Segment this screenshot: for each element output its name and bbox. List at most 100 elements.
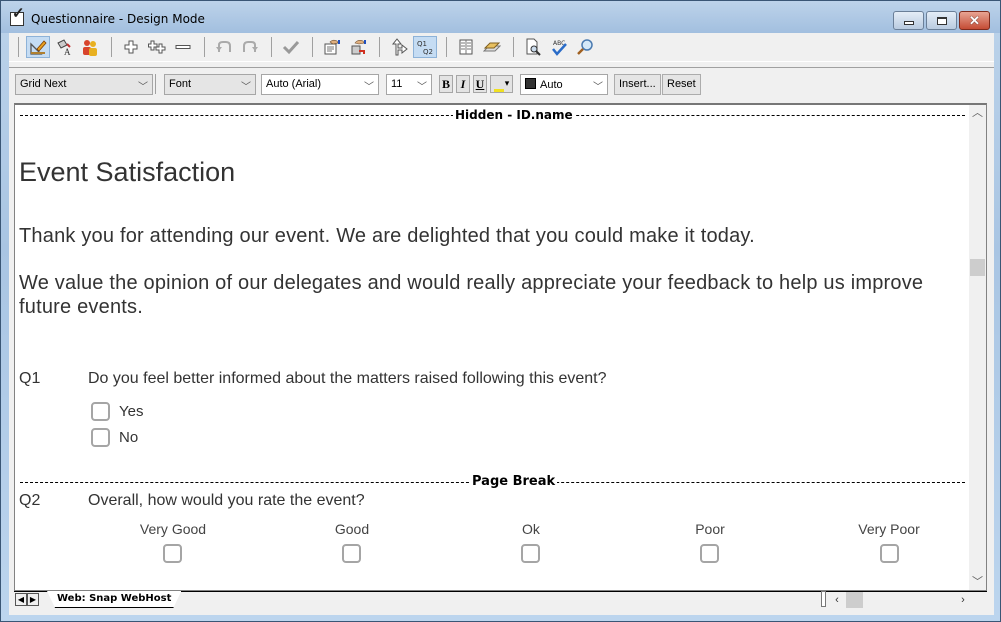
styles-button[interactable] [480, 36, 504, 58]
redo-button[interactable] [238, 36, 262, 58]
style-select[interactable]: Grid Next ﹀ [15, 74, 153, 95]
chevron-left-icon: ‹ [835, 594, 839, 606]
element-select[interactable]: Font ﹀ [164, 74, 256, 95]
design-mode-button[interactable] [26, 36, 50, 58]
chevron-right-icon: › [961, 594, 965, 606]
q1-text[interactable]: Do you feel better informed about the ma… [88, 370, 607, 388]
chevron-down-icon: ﹀ [593, 82, 603, 93]
font-size-select[interactable]: 11 ﹀ [386, 74, 432, 95]
insert-button[interactable]: Insert... [614, 74, 661, 95]
bold-button[interactable]: B [439, 75, 453, 93]
italic-button[interactable]: I [456, 75, 470, 93]
q2-text[interactable]: Overall, how would you rate the event? [88, 492, 365, 510]
minimize-icon [903, 20, 914, 25]
add-multiple-button[interactable] [145, 36, 169, 58]
routing-button[interactable] [346, 36, 370, 58]
question-numbering-icon: Q1Q2 [417, 40, 433, 56]
toolbar-separator [155, 74, 156, 94]
svg-text:Q1: Q1 [417, 40, 427, 48]
close-icon: ✕ [969, 13, 980, 28]
scroll-left-button[interactable]: ‹ [830, 592, 844, 609]
chevron-down-icon: ﹀ [364, 82, 374, 93]
horizontal-scroll-thumb[interactable] [846, 592, 863, 608]
undo-button[interactable] [212, 36, 236, 58]
scroll-up-button[interactable]: ︿ [969, 105, 986, 122]
sheet-tab-bar: ◀ ▶ Web: Snap WebHost ‹ › [14, 591, 987, 609]
sheet-tab-web-snap-webhost[interactable]: Web: Snap WebHost [47, 591, 182, 608]
check-icon [282, 40, 300, 55]
tab-next-button[interactable]: ▶ [27, 593, 39, 606]
paint-format-icon: A [57, 39, 71, 56]
vertical-scrollbar[interactable]: ︿ ﹀ [969, 105, 986, 590]
toolbar-separator [513, 37, 514, 57]
branch-icon [391, 38, 408, 56]
q2-option-checkbox[interactable] [163, 544, 182, 563]
hidden-marker-label: Hidden - ID.name [453, 108, 575, 122]
font-select[interactable]: Auto (Arial) ﹀ [261, 74, 379, 95]
main-toolbar: A Q1 Q2 ABC [9, 33, 994, 62]
remove-button[interactable] [171, 36, 195, 58]
q2-option-checkbox[interactable] [880, 544, 899, 563]
intro-text[interactable]: Thank you for attending our event. We ar… [19, 225, 755, 248]
close-button[interactable]: ✕ [959, 11, 990, 30]
toolbar-separator [204, 37, 205, 57]
q2-option-label: Very Good [139, 521, 207, 537]
questionnaire-app-icon [10, 9, 25, 26]
q2-option-label: Poor [695, 521, 725, 537]
style-select-value: Grid Next [20, 78, 67, 90]
q1-option-yes-checkbox[interactable] [91, 402, 110, 421]
q2-number: Q2 [19, 492, 41, 509]
maximize-button[interactable] [926, 11, 957, 30]
q2-option-label: Good [334, 521, 370, 537]
font-size-value: 11 [391, 78, 403, 90]
highlight-color-button[interactable]: ▾ [490, 75, 513, 93]
q1-option-no-checkbox[interactable] [91, 428, 110, 447]
chevron-up-icon: ︿ [972, 107, 983, 119]
add-question-icon [124, 40, 138, 54]
chevron-down-icon: ﹀ [241, 82, 251, 93]
chevron-down-icon: ﹀ [972, 576, 983, 588]
remove-icon [175, 45, 191, 49]
toolbar-separator [446, 37, 447, 57]
survey-title[interactable]: Event Satisfaction [19, 157, 235, 188]
undo-icon [216, 41, 231, 52]
q2-option-checkbox[interactable] [342, 544, 361, 563]
body-text-line-2[interactable]: future events. [19, 296, 143, 319]
page-break-label: Page Break [470, 474, 558, 489]
layout-icon [459, 39, 473, 55]
color-select[interactable]: Auto ﹀ [520, 74, 608, 95]
color-swatch [525, 78, 536, 89]
horizontal-scrollbar[interactable]: ‹ › [830, 592, 970, 609]
scroll-right-button[interactable]: › [956, 592, 970, 609]
underline-button[interactable]: U [473, 75, 487, 93]
branch-button[interactable] [387, 36, 411, 58]
questionnaire-editor[interactable]: Hidden - ID.name Event Satisfaction Than… [14, 103, 987, 591]
spellcheck-button[interactable]: ABC [547, 36, 571, 58]
vertical-scroll-thumb[interactable] [970, 259, 985, 276]
users-button[interactable] [78, 36, 102, 58]
find-button[interactable] [573, 36, 597, 58]
body-text-line-1[interactable]: We value the opinion of our delegates an… [19, 272, 923, 295]
properties-button[interactable] [320, 36, 344, 58]
toolbar-separator [379, 37, 380, 57]
color-select-value: Auto [540, 79, 563, 91]
q2-option-label: Very Poor [858, 521, 920, 537]
paint-format-button[interactable]: A [52, 36, 76, 58]
layout-button[interactable] [454, 36, 478, 58]
tab-prev-button[interactable]: ◀ [15, 593, 27, 606]
preview-button[interactable] [521, 36, 545, 58]
question-numbering-button[interactable]: Q1 Q2 [413, 36, 437, 58]
tab-split-handle[interactable] [821, 591, 826, 607]
design-mode-icon [30, 40, 47, 55]
add-question-button[interactable] [119, 36, 143, 58]
toolbar-separator [271, 37, 272, 57]
check-button[interactable] [279, 36, 303, 58]
window-title: Questionnaire - Design Mode [31, 12, 205, 26]
minimize-button[interactable] [893, 11, 924, 30]
q2-option-checkbox[interactable] [700, 544, 719, 563]
reset-button[interactable]: Reset [662, 74, 701, 95]
toolbar-separator [312, 37, 313, 57]
scroll-down-button[interactable]: ﹀ [969, 574, 986, 590]
q2-option-checkbox[interactable] [521, 544, 540, 563]
app-window: Questionnaire - Design Mode ✕ A [0, 0, 1001, 622]
